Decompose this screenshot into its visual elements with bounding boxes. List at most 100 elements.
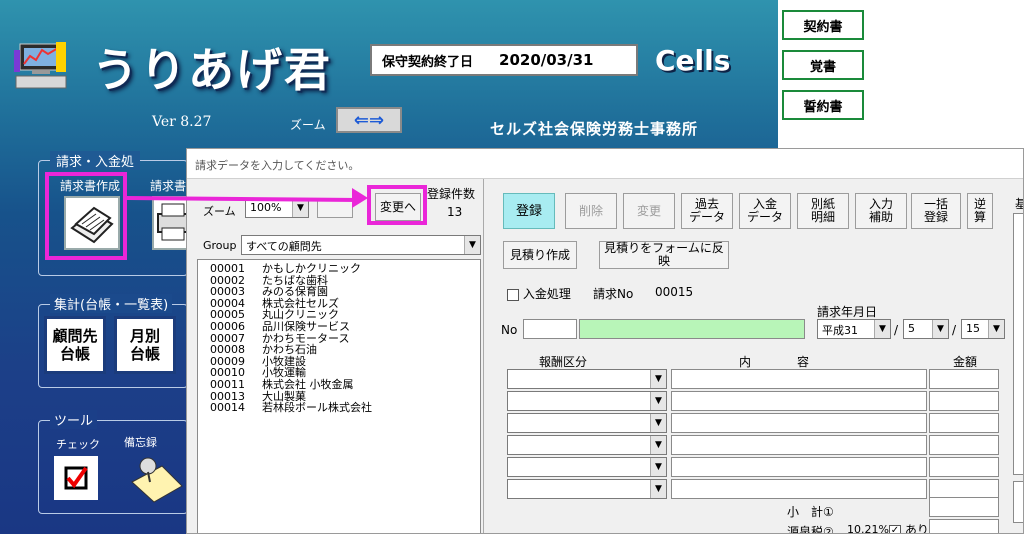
client-name: かわち石油 <box>262 343 317 357</box>
client-name: 品川保険サービス <box>262 319 350 333</box>
chevron-down-icon: ▼ <box>292 199 308 217</box>
check-button[interactable] <box>54 456 98 500</box>
subtotal-label: 小 計① <box>787 505 834 519</box>
fee-category-select[interactable]: ▼ <box>507 369 667 389</box>
checkbox-icon <box>507 288 519 301</box>
chevron-down-icon: ▼ <box>650 414 666 432</box>
checkmark-icon <box>64 466 88 490</box>
amount-input[interactable] <box>929 457 999 477</box>
payment-data-button[interactable]: 入金 データ <box>739 193 791 229</box>
highlight-change-button <box>367 185 427 225</box>
right-edge-panel <box>1013 213 1023 475</box>
client-row[interactable]: 00001 かもしかクリニック <box>210 263 480 275</box>
content-input[interactable] <box>671 435 927 455</box>
fee-category-select[interactable]: ▼ <box>507 413 667 433</box>
dialog-zoom-value: 100% <box>250 201 282 214</box>
memo-button[interactable] <box>126 452 186 504</box>
tools-section-label: ツール <box>50 410 98 429</box>
no-input[interactable] <box>523 319 577 339</box>
dialog-title: 請求データを入力してください。 <box>187 149 1023 179</box>
memo-pin-icon <box>131 457 183 503</box>
month-select[interactable]: 5 ▼ <box>903 319 949 339</box>
day-select[interactable]: 15 ▼ <box>961 319 1005 339</box>
billing-section-label: 請求・入金処 <box>50 151 141 170</box>
dialog-zoom-label: ズーム <box>203 205 236 218</box>
subtotal-field <box>929 497 999 517</box>
print-invoice-button[interactable] <box>152 196 189 250</box>
content-input[interactable] <box>671 457 927 477</box>
register-button[interactable]: 登録 <box>503 193 555 229</box>
group-select[interactable]: すべての顧問先 ▼ <box>241 235 481 255</box>
amount-input[interactable] <box>929 479 999 499</box>
no-label: No <box>501 323 518 337</box>
pane-divider <box>483 179 484 533</box>
content-input[interactable] <box>671 413 927 433</box>
client-row[interactable]: 00004 株式会社セルズ <box>210 298 480 310</box>
pledge-button[interactable]: 誓約書 <box>782 90 864 120</box>
client-row[interactable]: 00007 かわちモータース <box>210 332 480 345</box>
client-code: 00014 <box>210 401 245 415</box>
amount-input[interactable] <box>929 369 999 389</box>
date-slash-1: / <box>894 323 899 337</box>
chevron-down-icon: ▼ <box>464 236 480 254</box>
fee-category-select[interactable]: ▼ <box>507 457 667 477</box>
content-input[interactable] <box>671 369 927 389</box>
content-input[interactable] <box>671 391 927 411</box>
withholding-label: 源泉税② <box>787 525 834 534</box>
client-row[interactable]: 00002 たちばな歯科 <box>210 274 480 287</box>
maintenance-date: 2020/03/31 <box>499 51 594 69</box>
client-row[interactable]: 00014 若林段ボール株式会社 <box>210 402 480 414</box>
zoom-label: ズーム <box>290 118 326 132</box>
attachment-button[interactable]: 別紙 明細 <box>797 193 849 229</box>
era-year-select[interactable]: 平成31 ▼ <box>817 319 891 339</box>
client-name-field[interactable] <box>579 319 805 339</box>
double-arrow-icon: ⇐⇒ <box>353 109 385 131</box>
past-data-button[interactable]: 過去 データ <box>681 193 733 229</box>
withholding-flag: あり <box>904 523 929 534</box>
memo-label: 備忘録 <box>124 436 157 449</box>
amount-input[interactable] <box>929 413 999 433</box>
zoom-toggle-button[interactable]: ⇐⇒ <box>336 107 402 133</box>
arrow-head-icon <box>352 188 368 208</box>
client-code: 00006 <box>210 319 245 333</box>
client-row[interactable]: 00006 品川保険サービス <box>210 321 480 333</box>
change-button[interactable]: 変更 <box>623 193 675 229</box>
brand-logo: Cells <box>655 44 731 77</box>
right-edge-box <box>1013 481 1023 523</box>
content-input[interactable] <box>671 479 927 499</box>
input-assist-button[interactable]: 入力 補助 <box>855 193 907 229</box>
fee-category-select[interactable]: ▼ <box>507 435 667 455</box>
col-content-header-1: 内 <box>739 355 752 369</box>
estimate-button[interactable]: 見積り作成 <box>503 241 577 269</box>
count-value: 13 <box>447 205 463 219</box>
chevron-down-icon: ▼ <box>650 370 666 388</box>
fee-category-select[interactable]: ▼ <box>507 479 667 499</box>
invoice-dialog: 請求データを入力してください。 ズーム 100% ▼ 変更へ 登録件数 13 G… <box>186 148 1024 534</box>
client-name: 若林段ボール株式会社 <box>262 401 372 415</box>
estimate-apply-button[interactable]: 見積りをフォームに反映 <box>599 241 729 269</box>
withholding-checkbox[interactable]: ✓ あり <box>889 521 929 534</box>
chevron-down-icon: ▼ <box>874 320 890 338</box>
client-row[interactable]: 00011 株式会社 小牧金属 <box>210 379 480 391</box>
memorandum-button[interactable]: 覚書 <box>782 50 864 80</box>
maintenance-label: 保守契約終了日 <box>382 54 474 70</box>
contract-button[interactable]: 契約書 <box>782 10 864 40</box>
amount-input[interactable] <box>929 391 999 411</box>
client-list[interactable]: 00001 かもしかクリニック 00002 たちばな歯科 00003 みのる保育園 0000… <box>197 259 481 533</box>
client-row[interactable]: 00009 小牧建設 <box>210 356 480 368</box>
payment-process-label: 入金処理 <box>522 287 571 301</box>
fee-category-select[interactable]: ▼ <box>507 391 667 411</box>
date-slash-2: / <box>952 323 957 337</box>
bulk-register-button[interactable]: 一括 登録 <box>911 193 961 229</box>
chevron-down-icon: ▼ <box>650 392 666 410</box>
delete-button[interactable]: 削除 <box>565 193 617 229</box>
check-label: チェック <box>56 438 100 451</box>
monthly-ledger-button[interactable]: 月別 台帳 <box>114 316 176 374</box>
client-ledger-button[interactable]: 顧問先 台帳 <box>44 316 106 374</box>
client-row[interactable]: 00008 かわち石油 <box>210 344 480 356</box>
withholding-rate: 10.21% <box>847 523 889 534</box>
client-row[interactable]: 00003 みのる保育園 <box>210 286 480 298</box>
amount-input[interactable] <box>929 435 999 455</box>
reverse-calc-button[interactable]: 逆 算 <box>967 193 993 229</box>
payment-process-checkbox[interactable]: 入金処理 <box>507 285 571 302</box>
